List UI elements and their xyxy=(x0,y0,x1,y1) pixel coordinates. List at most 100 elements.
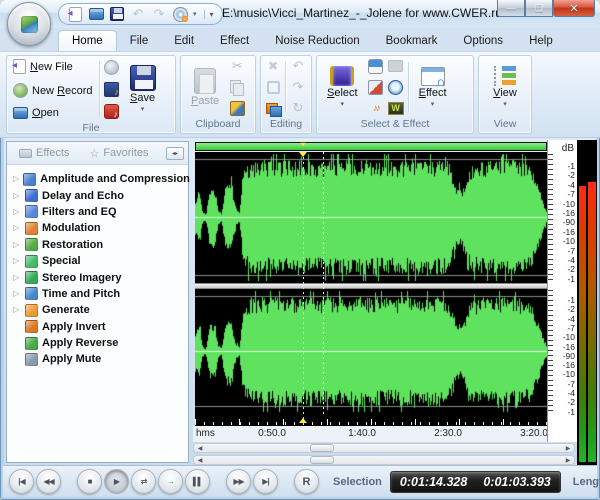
tree-item-amplitude-and-compression[interactable]: Amplitude and Compression xyxy=(9,171,190,187)
time-ruler[interactable] xyxy=(195,414,547,426)
pause-button[interactable]: ▌▌ xyxy=(185,469,210,494)
tab-options[interactable]: Options xyxy=(450,31,516,51)
play-button[interactable]: ▶ xyxy=(104,469,129,494)
new-record-button[interactable]: New Record xyxy=(11,82,95,99)
view-button[interactable]: View ▾ xyxy=(487,64,523,110)
tree-item-modulation[interactable]: Modulation xyxy=(9,220,186,236)
audio-notes-icon[interactable] xyxy=(368,100,384,116)
effects-tree: Amplitude and Compression Delay and Echo F… xyxy=(7,165,190,374)
effects-panel-header: Effects Favorites ◂▸ xyxy=(7,142,188,165)
rewind-button[interactable]: ◀◀ xyxy=(36,469,61,494)
go-start-button[interactable]: |◀ xyxy=(9,469,34,494)
waveform-left-channel[interactable] xyxy=(195,152,547,283)
burn-disc-dropdown-icon[interactable]: ▾ xyxy=(193,10,197,18)
tree-item-apply-invert[interactable]: Apply Invert xyxy=(9,319,186,335)
expand-icon[interactable] xyxy=(13,257,21,265)
amplitude-tool-icon[interactable] xyxy=(368,58,384,74)
tab-edit[interactable]: Edit xyxy=(161,31,207,51)
tree-item-stereo-imagery[interactable]: Stereo Imagery xyxy=(9,269,186,285)
minimize-button[interactable]: — xyxy=(497,0,525,17)
expand-icon[interactable] xyxy=(13,306,21,314)
record-button[interactable]: R xyxy=(294,469,319,494)
scroll-left-icon[interactable]: ◀ xyxy=(194,456,206,464)
scroll-left-icon[interactable]: ◀ xyxy=(194,444,206,452)
tree-item-label: Stereo Imagery xyxy=(42,271,122,284)
new-file-icon[interactable] xyxy=(67,6,83,22)
go-end-button[interactable]: ▶| xyxy=(253,469,278,494)
mix-icon[interactable] xyxy=(265,100,282,117)
tree-item-apply-reverse[interactable]: Apply Reverse xyxy=(9,335,186,351)
save-button[interactable]: Save ▾ xyxy=(124,63,162,115)
fast-forward-button[interactable]: ▶▶ xyxy=(226,469,251,494)
timer-tool-icon[interactable] xyxy=(388,79,404,95)
scroll-right-icon[interactable]: ▶ xyxy=(562,456,574,464)
tab-noise-reduction[interactable]: Noise Reduction xyxy=(262,31,372,51)
tree-item-filters-and-eq[interactable]: Filters and EQ xyxy=(9,204,186,220)
tab-file[interactable]: File xyxy=(117,31,162,51)
playhead-marker-bottom-icon[interactable] xyxy=(299,418,307,423)
application-menu-button[interactable] xyxy=(7,2,51,46)
selection-start-value: 0:01:14.328 xyxy=(399,474,468,489)
tab-favorites[interactable]: Favorites xyxy=(81,145,156,162)
select-button[interactable]: Select ▾ xyxy=(321,64,364,110)
extract-audio-icon[interactable] xyxy=(104,81,120,98)
tab-help[interactable]: Help xyxy=(516,31,566,51)
expand-icon[interactable] xyxy=(13,241,21,249)
overview-marker-icon[interactable] xyxy=(300,142,306,147)
scrollbar-thumb[interactable] xyxy=(310,444,334,452)
tree-item-apply-mute[interactable]: Apply Mute xyxy=(9,351,186,367)
paste-special-icon[interactable] xyxy=(229,100,245,116)
equalizer-tool-icon[interactable] xyxy=(368,79,384,95)
maximize-button[interactable]: ❑ xyxy=(525,0,553,17)
tree-item-restoration[interactable]: Restoration xyxy=(9,237,186,253)
tree-item-generate[interactable]: Generate xyxy=(9,302,186,318)
scroll-right-icon[interactable]: ▶ xyxy=(562,444,574,452)
open-icon[interactable] xyxy=(88,6,104,22)
tab-bookmark[interactable]: Bookmark xyxy=(373,31,451,51)
stop-button[interactable]: ■ xyxy=(77,469,102,494)
overview-bar[interactable] xyxy=(195,142,547,151)
modulation-icon xyxy=(25,221,38,235)
expand-icon[interactable] xyxy=(13,274,21,282)
panel-collapse-button[interactable]: ◂▸ xyxy=(166,146,184,160)
loop-button[interactable]: ⇄ xyxy=(131,469,156,494)
filters-and-eq-icon xyxy=(25,205,38,219)
new-file-label: New File xyxy=(30,60,73,73)
play-selection-button[interactable]: → xyxy=(158,469,183,494)
expand-icon[interactable] xyxy=(13,175,19,183)
save-icon[interactable] xyxy=(109,6,125,22)
tree-item-delay-and-echo[interactable]: Delay and Echo xyxy=(9,187,186,203)
burn-disc-icon[interactable] xyxy=(172,6,188,22)
tree-item-time-and-pitch[interactable]: Time and Pitch xyxy=(9,286,186,302)
playhead-marker-top-icon[interactable] xyxy=(299,152,307,157)
tab-effects[interactable]: Effects xyxy=(11,145,77,161)
redo-icon xyxy=(151,6,167,22)
waveform-right-channel[interactable] xyxy=(195,289,547,414)
tab-effect[interactable]: Effect xyxy=(207,31,262,51)
customize-toolbar-icon[interactable]: ▾ xyxy=(203,9,214,19)
expand-icon[interactable] xyxy=(13,290,21,298)
generate-icon xyxy=(25,303,38,317)
playhead-line[interactable] xyxy=(303,152,304,426)
expand-icon[interactable] xyxy=(13,208,21,216)
expand-icon[interactable] xyxy=(13,224,21,232)
watermark-tool-icon[interactable]: W xyxy=(387,100,404,116)
transport-buttons: |◀ ◀◀ ■ ▶ ⇄ → ▌▌ ▶▶ ▶| R xyxy=(9,469,321,494)
scrollbar-left-channel[interactable]: ◀ ▶ xyxy=(193,443,575,453)
expand-icon[interactable] xyxy=(13,192,21,200)
new-file-button[interactable]: New File xyxy=(11,58,95,75)
scrollbar-right-channel[interactable]: ◀ ▶ xyxy=(193,455,575,465)
cut-icon xyxy=(229,58,245,74)
restoration-icon xyxy=(25,238,38,252)
tab-home[interactable]: Home xyxy=(58,30,117,51)
selection-edge-line[interactable] xyxy=(323,152,324,414)
effects-panel: Effects Favorites ◂▸ Amplitude and Compr… xyxy=(6,141,190,463)
open-button[interactable]: Open xyxy=(11,106,95,120)
effect-button[interactable]: Effect ▾ xyxy=(413,65,453,110)
import-video-audio-icon[interactable] xyxy=(104,103,120,119)
tree-item-special[interactable]: Special xyxy=(9,253,186,269)
scrollbar-thumb[interactable] xyxy=(310,456,334,464)
file-info-icon[interactable] xyxy=(104,59,120,75)
close-button[interactable]: ✕ xyxy=(553,0,595,17)
channel-separator[interactable] xyxy=(195,283,547,289)
